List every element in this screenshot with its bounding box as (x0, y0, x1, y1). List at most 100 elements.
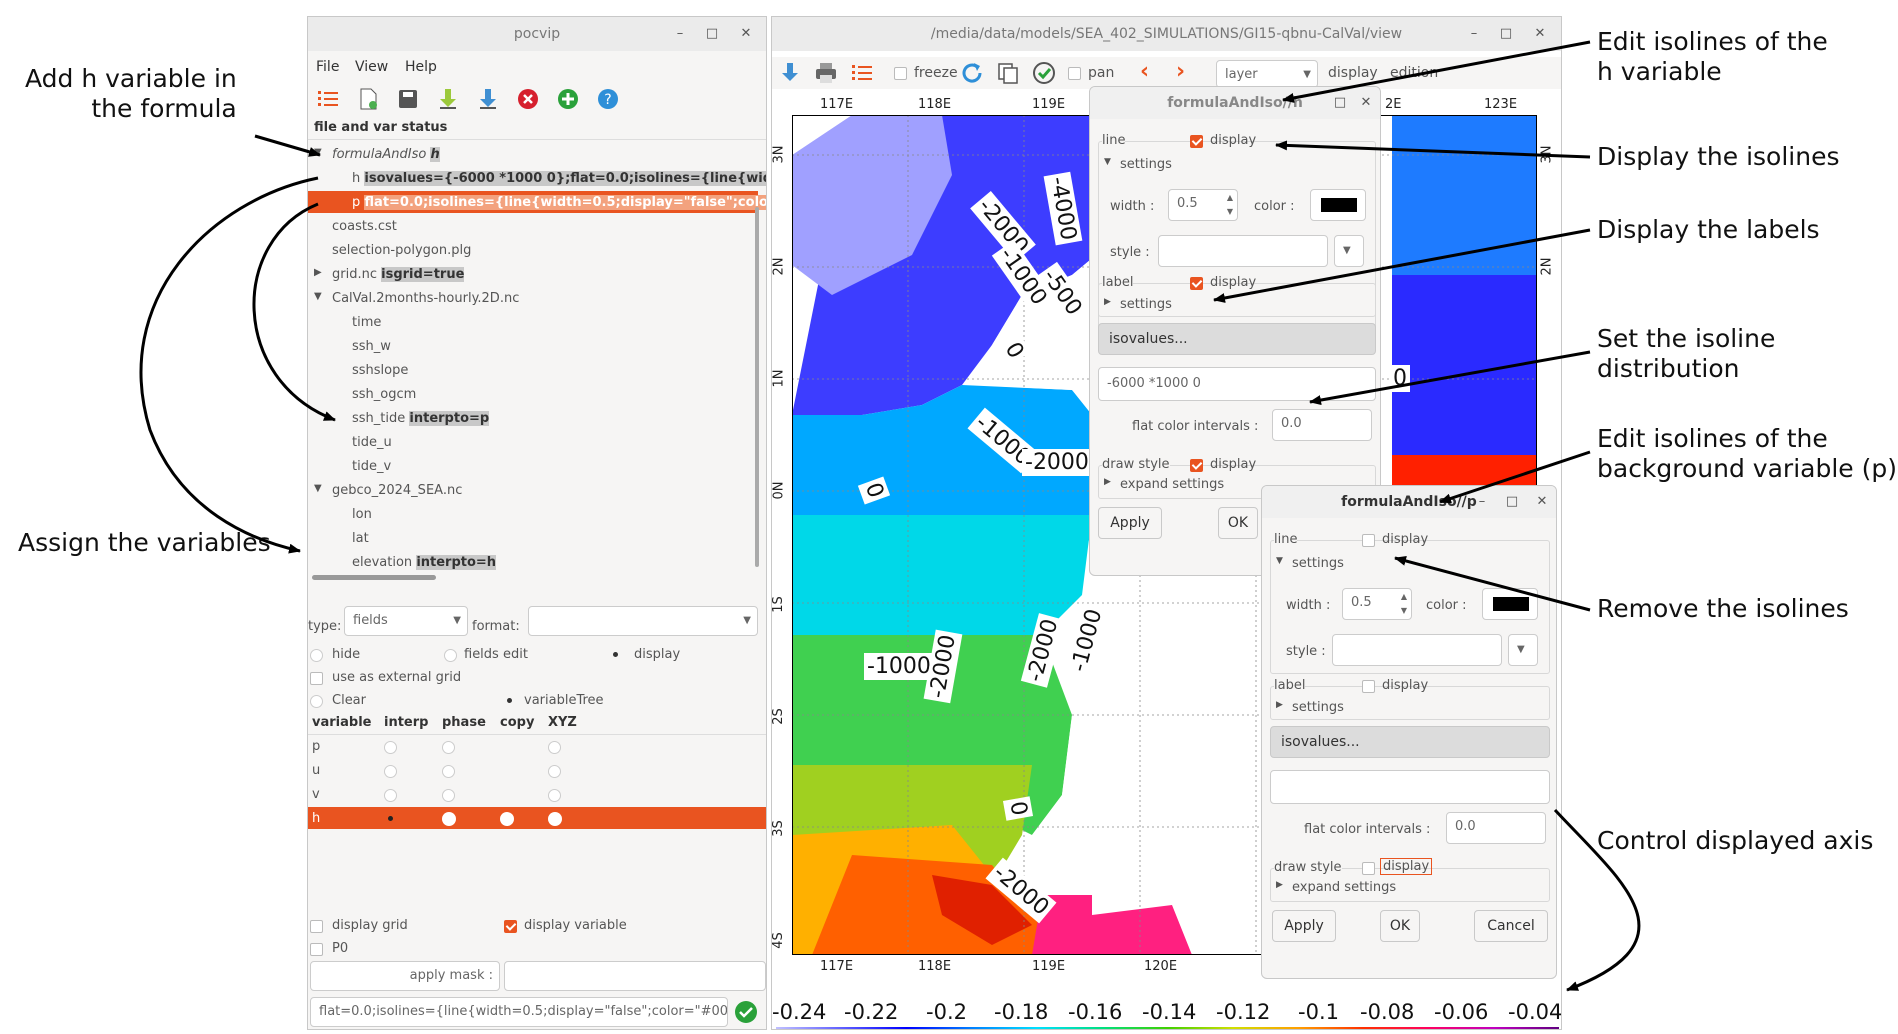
tree-expander-icon[interactable]: ▶ (314, 267, 322, 278)
edition-menu[interactable]: edition (1390, 65, 1438, 81)
expand-settings-label[interactable]: expand settings (1292, 880, 1396, 895)
isovalues-button[interactable]: isovalues... (1098, 323, 1376, 355)
phase-radio[interactable] (442, 789, 455, 802)
width-spinbox[interactable]: 0.5 ▲ ▼ (1168, 189, 1238, 221)
tree-item-tide-u[interactable]: tide_u (352, 435, 392, 450)
formula-input[interactable]: flat=0.0;isolines={line{width=0.5;displa… (310, 997, 728, 1027)
xyz-radio[interactable] (548, 812, 562, 826)
use-external-grid-checkbox[interactable] (310, 672, 323, 685)
list-icon[interactable] (316, 87, 340, 111)
expander-icon[interactable]: ▶ (1104, 297, 1111, 307)
freeze-checkbox[interactable] (894, 67, 907, 80)
copy-icon[interactable] (996, 61, 1020, 85)
ok-button[interactable]: OK (1218, 507, 1258, 539)
maximize-icon[interactable]: □ (1492, 17, 1520, 51)
settings-label[interactable]: settings (1292, 556, 1344, 571)
close-icon[interactable]: ✕ (732, 17, 760, 51)
vertical-scrollbar[interactable] (755, 207, 759, 567)
copy-radio[interactable] (500, 812, 514, 826)
help-icon[interactable]: ? (596, 87, 620, 111)
draw-style-display-checkbox[interactable] (1362, 862, 1375, 875)
line-display-checkbox[interactable] (1362, 534, 1375, 547)
table-row-p[interactable]: p (312, 739, 320, 754)
variable-tree-radio[interactable] (504, 695, 517, 708)
isovalues-input[interactable]: -6000 *1000 0 (1098, 367, 1376, 401)
interp-radio[interactable] (384, 789, 397, 802)
settings-label[interactable]: settings (1120, 157, 1172, 172)
chevron-left-icon[interactable]: ‹ (1140, 59, 1149, 84)
type-select[interactable]: fields ▼ (344, 606, 468, 636)
new-file-icon[interactable] (356, 87, 380, 111)
display-radio[interactable] (610, 649, 623, 662)
tree-item-time[interactable]: time (352, 315, 381, 330)
display-variable-checkbox[interactable] (504, 920, 517, 933)
minimize-icon[interactable]: – (1460, 17, 1488, 51)
minimize-icon[interactable]: – (1468, 486, 1496, 518)
interp-radio-selected[interactable] (388, 816, 393, 821)
save-icon[interactable] (396, 87, 420, 111)
cancel-button[interactable]: Cancel (1474, 910, 1548, 942)
tree-item-h[interactable]: h isovalues={-6000 *1000 0};flat=0.0;iso… (352, 171, 766, 186)
tree-item-calval[interactable]: CalVal.2months-hourly.2D.nc (332, 291, 519, 306)
label-display-checkbox[interactable] (1362, 680, 1375, 693)
draw-style-display-checkbox[interactable] (1190, 459, 1203, 472)
close-icon[interactable]: ✕ (1528, 486, 1556, 518)
phase-radio[interactable] (442, 812, 456, 826)
tree-item-ssh-ogcm[interactable]: ssh_ogcm (352, 387, 416, 402)
flat-spinbox[interactable]: 0.0 (1446, 812, 1546, 844)
expander-icon[interactable]: ▼ (1276, 556, 1283, 566)
interp-radio[interactable] (384, 765, 397, 778)
tree-expander-icon[interactable]: ▼ (314, 291, 322, 302)
phase-radio[interactable] (442, 741, 455, 754)
import-icon[interactable] (778, 61, 802, 85)
tree-expander-icon[interactable]: ▼ (314, 147, 322, 158)
refresh-icon[interactable] (960, 61, 984, 85)
menu-help[interactable]: Help (405, 59, 437, 75)
tree-item-gebco[interactable]: gebco_2024_SEA.nc (332, 483, 462, 498)
style-dropdown-button[interactable]: ▼ (1334, 235, 1364, 267)
apply-button[interactable]: Apply (1098, 507, 1162, 539)
menu-file[interactable]: File (316, 59, 339, 75)
flat-spinbox[interactable]: 0.0 (1272, 409, 1372, 441)
label-settings-label[interactable]: settings (1120, 297, 1172, 312)
download-icon[interactable] (436, 87, 460, 111)
tree-expander-icon[interactable]: ▼ (314, 483, 322, 494)
style-select[interactable] (1332, 634, 1502, 666)
color-button[interactable] (1310, 189, 1366, 221)
layer-select[interactable]: layer ▼ (1216, 60, 1318, 88)
tree-item-lat[interactable]: lat (352, 531, 369, 546)
expander-icon[interactable]: ▼ (1104, 157, 1111, 167)
label-settings-label[interactable]: settings (1292, 700, 1344, 715)
table-row-u[interactable]: u (312, 763, 320, 778)
tree-item-coasts[interactable]: coasts.cst (332, 219, 397, 234)
tree-item-grid[interactable]: grid.nc isgrid=true (332, 267, 465, 282)
xyz-radio[interactable] (548, 789, 561, 802)
tree-item-lon[interactable]: lon (352, 507, 372, 522)
apply-mask-button[interactable]: apply mask : (310, 961, 500, 991)
style-dropdown-button[interactable]: ▼ (1508, 634, 1538, 666)
horizontal-scrollbar[interactable] (312, 575, 436, 580)
tree-item-ssh-w[interactable]: ssh_w (352, 339, 391, 354)
isovalues-input[interactable] (1270, 770, 1550, 804)
display-grid-checkbox[interactable] (310, 920, 323, 933)
tree-item-polygon[interactable]: selection-polygon.plg (332, 243, 471, 258)
label-display-checkbox[interactable] (1190, 277, 1203, 290)
p0-checkbox[interactable] (310, 943, 323, 956)
color-button[interactable] (1482, 588, 1538, 620)
xyz-radio[interactable] (548, 765, 561, 778)
xyz-radio[interactable] (548, 741, 561, 754)
tree-item-tide-v[interactable]: tide_v (352, 459, 391, 474)
check-icon[interactable] (1032, 61, 1056, 85)
table-row-v[interactable]: v (312, 787, 320, 802)
pan-checkbox[interactable] (1068, 67, 1081, 80)
clear-radio[interactable] (310, 695, 323, 708)
table-row-h[interactable]: h (312, 811, 320, 826)
tree-item-ssh-tide[interactable]: ssh_tide interpto=p (352, 411, 490, 426)
format-select[interactable]: ▼ (528, 606, 758, 636)
close-icon[interactable]: ✕ (1526, 17, 1554, 51)
display-menu[interactable]: display (1328, 65, 1378, 81)
isovalues-button[interactable]: isovalues... (1270, 726, 1550, 758)
maximize-icon[interactable]: □ (1326, 87, 1354, 119)
add-icon[interactable] (556, 87, 580, 111)
minimize-icon[interactable]: – (666, 17, 694, 51)
